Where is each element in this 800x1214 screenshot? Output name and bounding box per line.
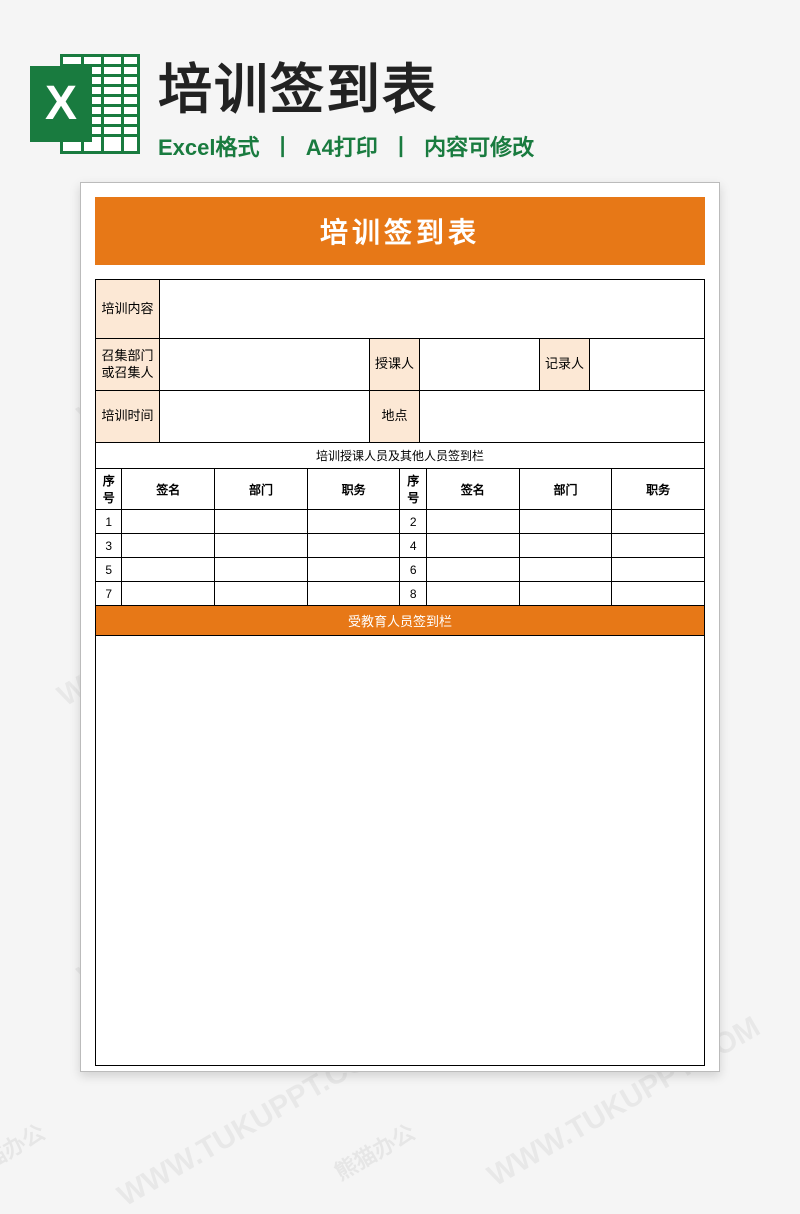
- cell-seq: 8: [400, 582, 426, 606]
- sub-sep: 丨: [272, 135, 294, 160]
- th-dept: 部门: [215, 469, 308, 510]
- value-recorder: [590, 339, 704, 390]
- label-lecturer: 授课人: [370, 339, 420, 390]
- section-trainee-signin-label: 受教育人员签到栏: [95, 606, 705, 636]
- th-pos: 职务: [612, 469, 705, 510]
- cell-seq: 7: [96, 582, 122, 606]
- value-time: [160, 391, 370, 442]
- th-name: 签名: [426, 469, 519, 510]
- sub-part: Excel格式: [158, 135, 260, 160]
- label-place: 地点: [370, 391, 420, 442]
- value-training-content: [160, 280, 704, 338]
- cell-seq: 3: [96, 534, 122, 558]
- label-convener: 召集部门 或召集人: [96, 339, 160, 390]
- document-preview: 培训签到表 培训内容 召集部门 或召集人 授课人 记录人 培训时间 地点 培训授…: [80, 182, 720, 1072]
- value-convener: [160, 339, 370, 390]
- cell-seq: 5: [96, 558, 122, 582]
- sub-sep: 丨: [390, 135, 412, 160]
- table-row: 7 8: [96, 582, 705, 606]
- cell-seq: 6: [400, 558, 426, 582]
- cell-seq: 4: [400, 534, 426, 558]
- watermark-brand: 熊猫办公: [0, 1115, 50, 1187]
- th-pos: 职务: [307, 469, 400, 510]
- lecturer-signin-table: 序号 签名 部门 职务 序号 签名 部门 职务 1 2 3 4 5 6: [95, 468, 705, 606]
- th-name: 签名: [122, 469, 215, 510]
- template-subtitle: Excel格式 丨 A4打印 丨 内容可修改: [158, 130, 770, 162]
- sub-part: 内容可修改: [424, 135, 534, 160]
- sub-part: A4打印: [306, 135, 378, 160]
- doc-title: 培训签到表: [95, 197, 705, 265]
- value-lecturer: [420, 339, 540, 390]
- section-lecturer-signin-label: 培训授课人员及其他人员签到栏: [95, 442, 705, 468]
- template-title: 培训签到表: [158, 45, 770, 124]
- info-grid: 培训内容 召集部门 或召集人 授课人 记录人 培训时间 地点: [95, 279, 705, 442]
- label-time: 培训时间: [96, 391, 160, 442]
- cell-seq: 2: [400, 510, 426, 534]
- table-row: 5 6: [96, 558, 705, 582]
- excel-x-glyph: X: [45, 80, 77, 128]
- excel-icon: X: [30, 54, 140, 154]
- th-seq: 序号: [96, 469, 122, 510]
- template-header: X 培训签到表 Excel格式 丨 A4打印 丨 内容可修改: [30, 45, 770, 162]
- th-dept: 部门: [519, 469, 612, 510]
- value-place: [420, 391, 704, 442]
- table-row: 1 2: [96, 510, 705, 534]
- cell-seq: 1: [96, 510, 122, 534]
- th-seq: 序号: [400, 469, 426, 510]
- label-recorder: 记录人: [540, 339, 590, 390]
- label-training-content: 培训内容: [96, 280, 160, 338]
- table-row: 3 4: [96, 534, 705, 558]
- trainee-signin-area: [95, 636, 705, 1066]
- watermark-brand: 熊猫办公: [328, 1115, 420, 1187]
